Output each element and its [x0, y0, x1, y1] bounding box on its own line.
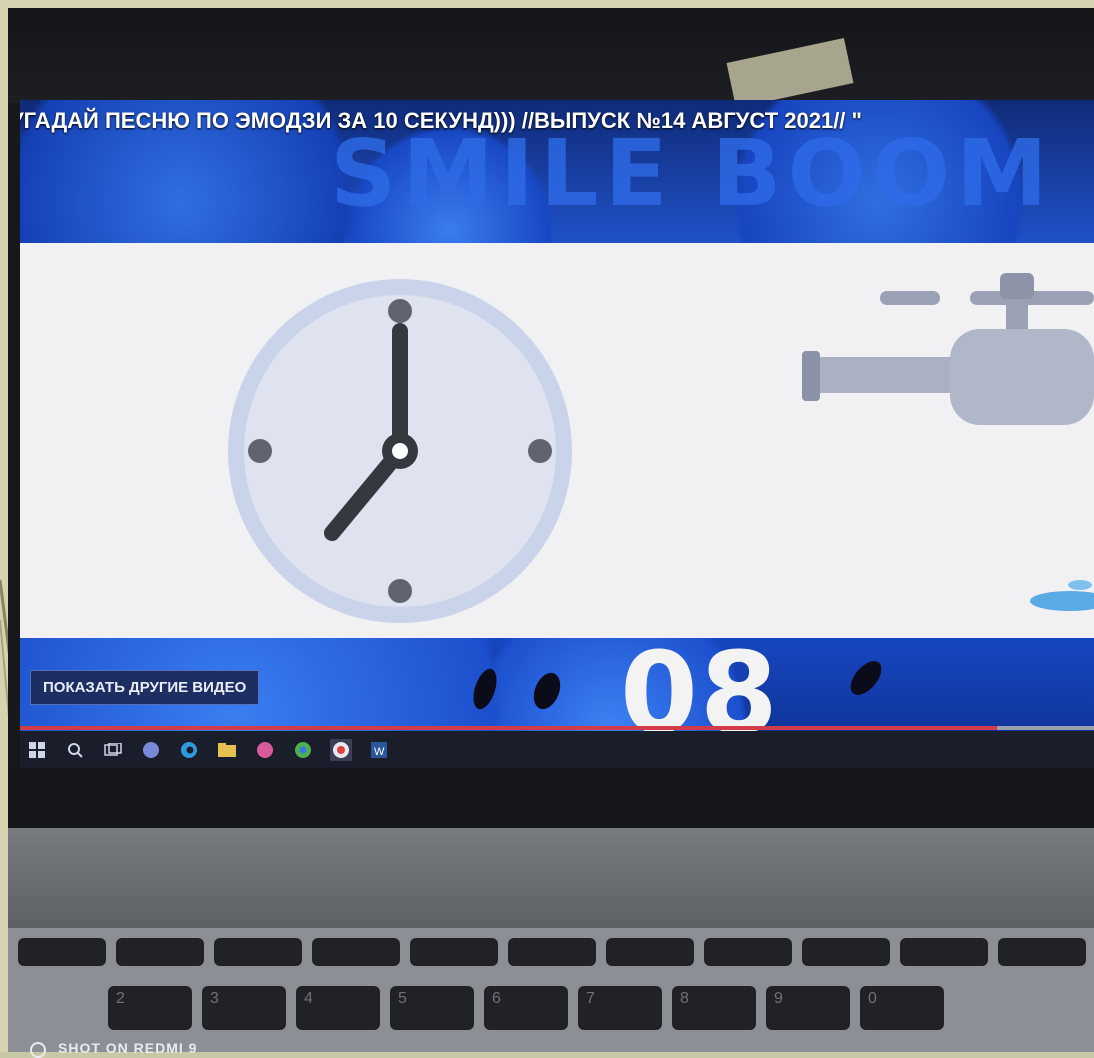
- chrome-icon[interactable]: [292, 739, 314, 761]
- progress-bar-fill: [20, 726, 998, 730]
- keyboard-key: 2: [108, 986, 192, 1030]
- keyboard-key: [312, 938, 400, 966]
- laptop-keyboard: 234567890: [8, 928, 1094, 1052]
- emoji-frame: [20, 243, 1094, 638]
- windows-start-icon[interactable]: [26, 739, 48, 761]
- emoji-eye: [469, 665, 501, 713]
- keyboard-key: [214, 938, 302, 966]
- clock-seven-icon: [228, 279, 572, 623]
- camera-watermark: SHOT ON REDMI 9: [58, 1040, 198, 1056]
- task-view-icon[interactable]: [102, 739, 124, 761]
- keyboard-key: 8: [672, 986, 756, 1030]
- keyboard-key: [900, 938, 988, 966]
- keyboard-key: [18, 938, 106, 966]
- screen-bezel-bottom: [8, 768, 1094, 828]
- player-controls: ПОКАЗАТЬ ДРУГИЕ ВИДЕО 08 W: [20, 638, 1094, 768]
- windows-taskbar: W: [20, 731, 1094, 768]
- search-icon[interactable]: [64, 739, 86, 761]
- screen-bezel-top: [8, 8, 1094, 103]
- laptop-hinge: [8, 828, 1094, 928]
- word-icon[interactable]: W: [368, 739, 390, 761]
- progress-bar[interactable]: [20, 726, 1094, 730]
- banner-text: SMILE BOOM: [330, 120, 1054, 227]
- video-player[interactable]: SMILE BOOM УГАДАЙ ПЕСНЮ ПО ЭМОДЗИ ЗА 10 …: [20, 100, 1094, 768]
- keyboard-key: 6: [484, 986, 568, 1030]
- file-explorer-icon[interactable]: [216, 739, 238, 761]
- keyboard-key: [116, 938, 204, 966]
- edge-icon[interactable]: [178, 739, 200, 761]
- show-more-videos-button[interactable]: ПОКАЗАТЬ ДРУГИЕ ВИДЕО: [30, 670, 260, 705]
- yandex-browser-icon[interactable]: [330, 738, 352, 761]
- video-header: SMILE BOOM УГАДАЙ ПЕСНЮ ПО ЭМОДЗИ ЗА 10 …: [20, 100, 1094, 245]
- emoji-eye: [528, 668, 566, 714]
- keyboard-key: 4: [296, 986, 380, 1030]
- keyboard-key: [998, 938, 1086, 966]
- watermark-camera-icon: [30, 1042, 46, 1058]
- keyboard-key: 7: [578, 986, 662, 1030]
- keyboard-key: [508, 938, 596, 966]
- keyboard-key: 5: [390, 986, 474, 1030]
- keyboard-key: 3: [202, 986, 286, 1030]
- faucet-icon: [802, 273, 1094, 425]
- video-title[interactable]: УГАДАЙ ПЕСНЮ ПО ЭМОДЗИ ЗА 10 СЕКУНД))) /…: [20, 108, 862, 134]
- svg-text:W: W: [374, 746, 385, 758]
- keyboard-key: [410, 938, 498, 966]
- keyboard-key: 0: [860, 986, 944, 1030]
- water-splash-icon: [1030, 580, 1094, 611]
- laptop: SMILE BOOM УГАДАЙ ПЕСНЮ ПО ЭМОДЗИ ЗА 10 …: [8, 8, 1094, 1052]
- keyboard-key: [606, 938, 694, 966]
- keyboard-key: 9: [766, 986, 850, 1030]
- app-icon[interactable]: [254, 739, 276, 761]
- emoji-eye: [844, 655, 888, 701]
- app-icon[interactable]: [140, 739, 162, 761]
- keyboard-key: [704, 938, 792, 966]
- keyboard-key: [802, 938, 890, 966]
